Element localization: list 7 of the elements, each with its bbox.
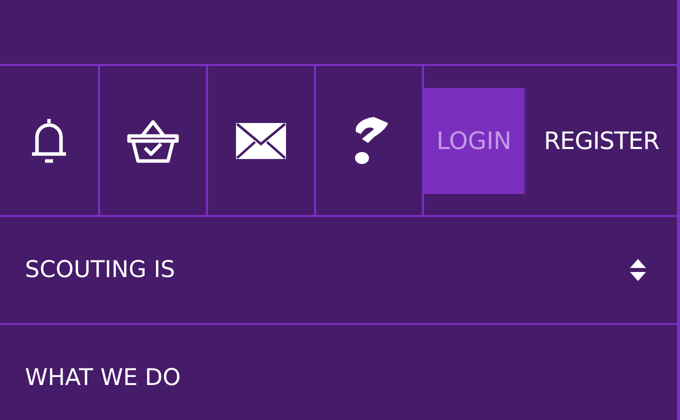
menu-item-label: SCOUTING IS bbox=[25, 257, 176, 283]
menu-item[interactable]: SCOUTING IS bbox=[0, 217, 677, 325]
basket-icon bbox=[126, 118, 180, 164]
mail-icon bbox=[236, 122, 286, 158]
menu-item-label: WHAT WE DO bbox=[25, 365, 181, 391]
menu-item[interactable]: WHAT WE DO bbox=[0, 325, 677, 420]
bell-icon bbox=[30, 116, 68, 164]
